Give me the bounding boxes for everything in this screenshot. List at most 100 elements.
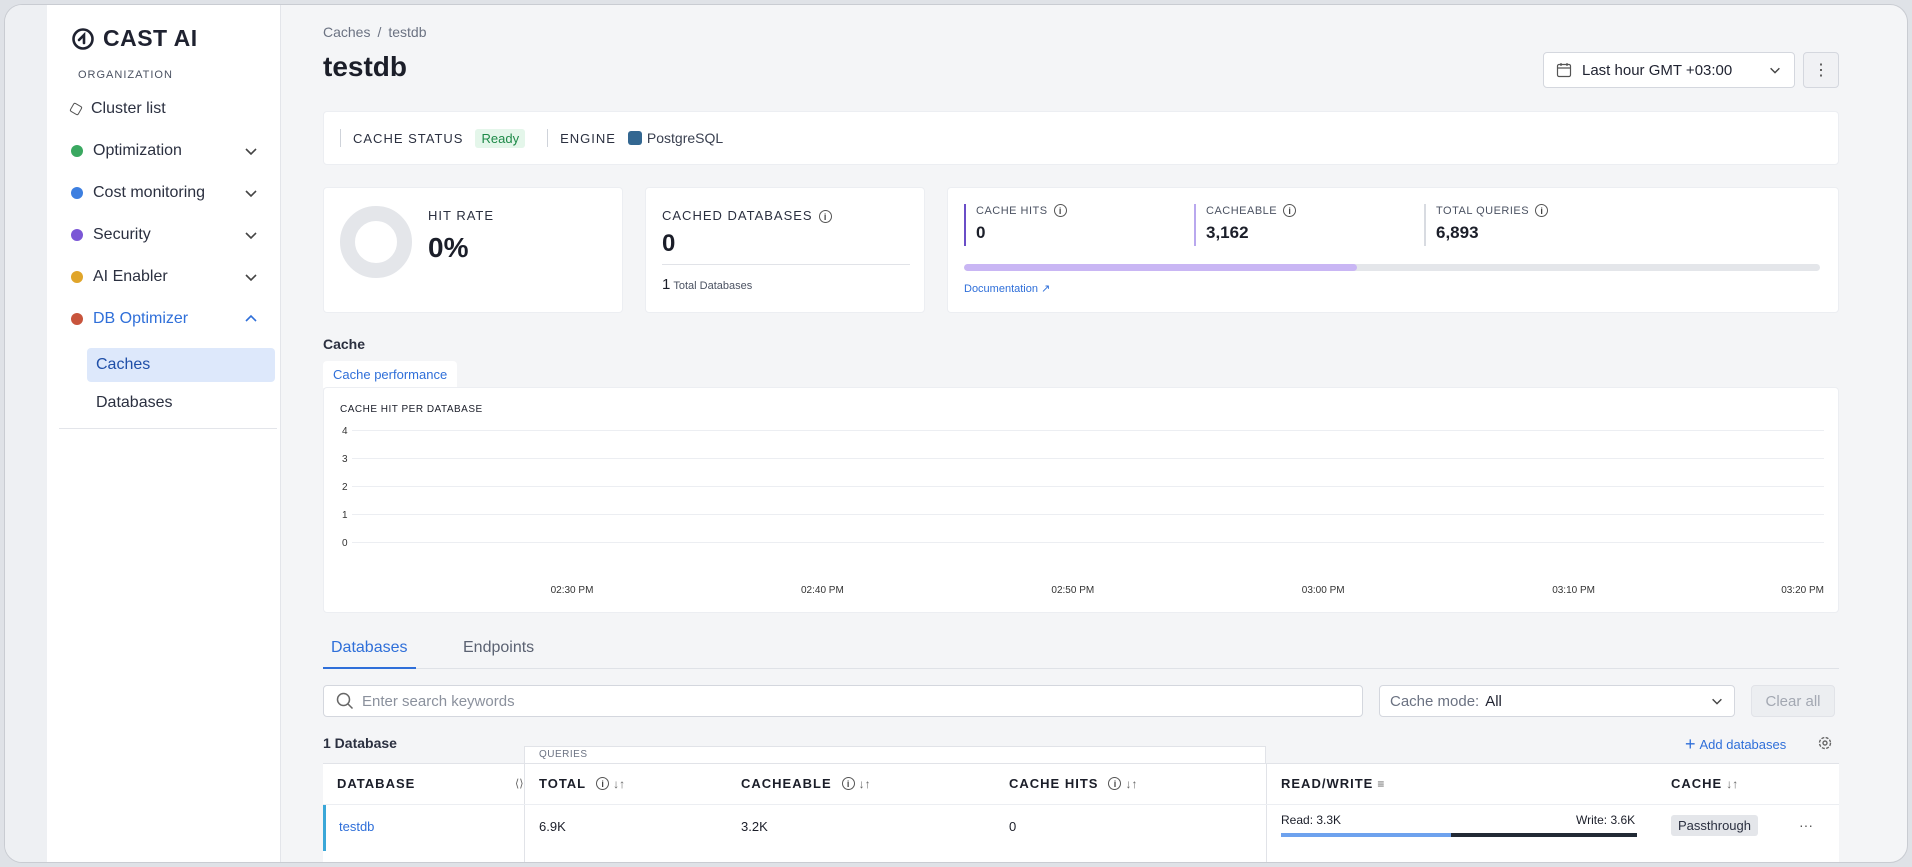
total-databases: 1 Total Databases [662, 276, 752, 293]
search-field[interactable] [323, 685, 1363, 717]
x-tick-label: 02:40 PM [801, 585, 844, 596]
cache-hits-cell: 0 [1009, 819, 1017, 834]
clear-all-button[interactable]: Clear all [1751, 685, 1835, 717]
sort-icon[interactable]: ↓↑ [1125, 777, 1137, 791]
column-header-cache-hits[interactable]: CACHE HITS i ↓↑ [1009, 776, 1137, 791]
sidebar-item-cluster-list[interactable]: Cluster list [59, 93, 271, 125]
chevron-down-icon [1712, 698, 1722, 705]
tab-bar: Databases Endpoints [323, 631, 1839, 669]
search-icon [336, 692, 354, 710]
engine-value: PostgreSQL [646, 130, 724, 146]
x-tick-label: 02:30 PM [551, 585, 594, 596]
sidebar-subitem-label: Databases [96, 394, 173, 411]
chevron-down-icon [245, 190, 257, 198]
breadcrumb: Caches / testdb [323, 24, 427, 40]
tab-cache-performance[interactable]: Cache performance [323, 361, 458, 388]
sidebar-subitem-caches[interactable]: Caches [87, 348, 275, 382]
page-title: testdb [323, 51, 407, 82]
chevron-down-icon [1770, 67, 1780, 74]
search-input[interactable] [362, 692, 1262, 710]
chevron-down-icon [245, 232, 257, 240]
sidebar-divider [59, 428, 277, 429]
section-title: Cache [323, 336, 366, 352]
logo[interactable]: CAST AI [71, 25, 198, 52]
cached-databases-value: 0 [662, 230, 676, 257]
column-header-label: CACHE HITS [1009, 776, 1099, 791]
sidebar-item-cost-monitoring[interactable]: Cost monitoring [59, 177, 271, 209]
info-icon[interactable]: i [1108, 777, 1122, 790]
time-range-select[interactable]: Last hour GMT +03:00 [1543, 52, 1795, 88]
divider [547, 129, 549, 147]
filter-icon[interactable]: ≡ [1377, 777, 1384, 791]
total-queries-value: 6,893 [1436, 223, 1479, 242]
sidebar-item-label: Cost monitoring [93, 184, 206, 201]
gear-icon[interactable] [1817, 735, 1833, 751]
sidebar-item-optimization[interactable]: Optimization [59, 135, 271, 167]
column-header-cacheable[interactable]: CACHEABLE i ↓↑ [741, 776, 871, 791]
total-cell: 6.9K [539, 819, 566, 834]
sort-icon[interactable]: ↓↑ [859, 777, 871, 791]
sort-icon[interactable]: ↓↑ [613, 777, 625, 791]
row-more-icon[interactable]: ··· [1799, 817, 1813, 833]
sidebar-item-ai-enabler[interactable]: AI Enabler [59, 261, 271, 293]
queries-column-group: QUERIES [524, 746, 1266, 764]
sidebar-item-label: Security [93, 226, 151, 243]
read-write-bar [1281, 833, 1637, 837]
info-icon[interactable]: i [1535, 204, 1549, 217]
engine-label: ENGINE [560, 130, 616, 146]
column-header-label: DATABASE [337, 776, 416, 791]
column-header-cache[interactable]: CACHE ↓↑ [1671, 776, 1738, 791]
info-icon[interactable]: i [596, 777, 610, 790]
cache-status-label: CACHE STATUS [353, 130, 464, 146]
database-link[interactable]: testdb [339, 819, 374, 834]
main-content: Caches / testdb testdb Last hour GMT +03:0… [281, 5, 1907, 862]
cache-mode-select[interactable]: Cache mode: All [1379, 685, 1735, 717]
db-icon [71, 313, 83, 325]
more-options-button[interactable]: ⋮ [1803, 52, 1839, 88]
sidebar: CAST AI ORGANIZATION Cluster list Optimi… [47, 5, 281, 862]
y-tick-label: 0 [342, 538, 348, 549]
breadcrumb-caches[interactable]: Caches [323, 24, 370, 40]
query-stats-card: CACHE HITS i 0 CACHEABLE i 3,162 TOTAL QUE… [947, 187, 1839, 313]
y-tick-label: 4 [342, 426, 348, 437]
info-icon[interactable]: i [1283, 204, 1297, 217]
documentation-link[interactable]: Documentation ↗ [964, 282, 1050, 295]
column-header-read-write[interactable]: READ/WRITE ≡ [1281, 776, 1384, 791]
tab-databases[interactable]: Databases [323, 639, 416, 669]
row-accent [323, 805, 326, 851]
cacheable-progress-bar [964, 264, 1820, 271]
status-badge: Ready [475, 128, 526, 148]
add-databases-button[interactable]: + Add databases [1685, 734, 1786, 755]
resize-handle-icon[interactable]: ⟨⟩ [515, 777, 524, 790]
breadcrumb-separator: / [377, 24, 382, 40]
app-window: CAST AI ORGANIZATION Cluster list Optimi… [4, 4, 1908, 863]
sidebar-subitem-databases[interactable]: Databases [87, 386, 275, 420]
column-header-database: DATABASE [337, 776, 415, 791]
sidebar-item-label: AI Enabler [93, 268, 168, 285]
tab-endpoints[interactable]: Endpoints [455, 639, 542, 667]
sidebar-item-label: DB Optimizer [93, 310, 189, 327]
info-icon[interactable]: i [1053, 204, 1067, 217]
table-row[interactable]: testdb 6.9K 3.2K 0 Read: 3.3K Write: 3.6… [323, 804, 1839, 851]
info-icon[interactable]: i [818, 210, 832, 224]
column-header-label: CACHEABLE [741, 776, 832, 791]
time-range-value: Last hour GMT +03:00 [1582, 61, 1733, 79]
cache-status-bar: CACHE STATUS Ready ENGINE PostgreSQL [323, 111, 1839, 165]
sidebar-item-security[interactable]: Security [59, 219, 271, 251]
sort-icon[interactable]: ↓↑ [1726, 777, 1738, 791]
cache-mode-value: All [1485, 692, 1502, 710]
cacheable-label: CACHEABLE [1206, 204, 1278, 217]
column-header-label: CACHE [1671, 776, 1723, 791]
database-count: 1 Database [323, 735, 397, 751]
info-icon[interactable]: i [841, 777, 855, 790]
read-label: Read: 3.3K [1281, 813, 1342, 827]
cacheable-value: 3,162 [1206, 223, 1249, 242]
cached-databases-card: CACHED DATABASES i 0 1 Total Databases [645, 187, 925, 313]
sidebar-item-db-optimizer[interactable]: DB Optimizer [59, 303, 271, 335]
ai-icon [71, 271, 83, 283]
column-header-total[interactable]: TOTAL i ↓↑ [539, 776, 625, 791]
chevron-down-icon [245, 274, 257, 282]
x-tick-label: 03:00 PM [1302, 585, 1345, 596]
brand-name: CAST AI [103, 25, 198, 51]
hit-rate-label: HIT RATE [428, 208, 495, 223]
